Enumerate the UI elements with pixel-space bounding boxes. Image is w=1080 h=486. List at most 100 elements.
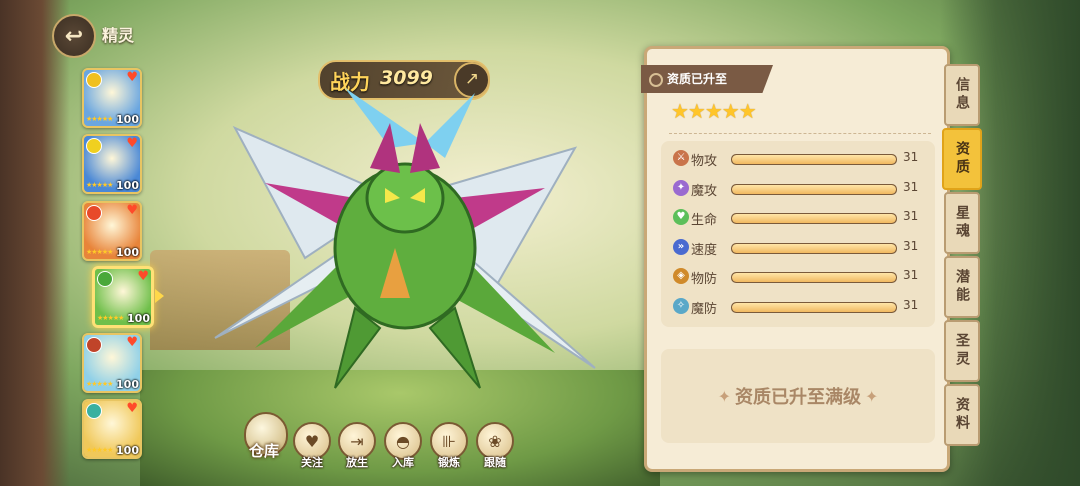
heart-icon: ♥ [137,269,149,284]
speed-icon: » [673,238,689,255]
stat-bar [731,183,897,195]
stat-name: 生命 [691,213,718,228]
divider [669,133,931,134]
stat-name: 魔防 [691,301,718,317]
pet-stars: ★★★★★ [86,248,113,256]
page-title: 精灵 [102,26,135,45]
magic-icon: ✦ [673,179,689,196]
action-1-button[interactable]: ♥ 关注 [293,422,331,470]
pet-stars: ★★★★★ [86,115,113,123]
panel-ribbon: 资质已升至 [641,65,773,93]
warehouse-label: 仓库 [248,442,279,460]
stat-row: ✦ 魔攻 31 [673,178,918,200]
stat-value: 31 [903,297,919,312]
stat-name: 物攻 [691,154,718,169]
stat-bar [731,272,897,283]
pet-stars: ★★★★★ [86,181,113,189]
stat-bar-fill [732,214,896,223]
sparkle-icon: ✦ [717,386,731,406]
stat-name: 速度 [691,242,718,258]
stat-bar [731,213,897,224]
stat-value: 31 [903,238,919,253]
stat-row: ◈ 物防 31 [673,266,918,288]
stat-row: ♥ 生命 31 [673,207,918,229]
pet-level: 100 [116,179,139,192]
back-arrow-icon: ↩ [64,23,84,49]
pet-card[interactable]: ♥ ★★★★★ 100 [82,68,142,128]
panel-title: 资质已升至 [667,72,728,86]
pet-stars: ★★★★★ [86,380,113,388]
selected-indicator-icon [155,289,164,303]
stat-name: 物防 [691,272,718,287]
stat-bar-fill [732,302,896,312]
max-level-text: 资质已升至满级 [735,387,861,408]
heart-icon: ♥ [126,136,138,151]
back-button[interactable]: ↩ [52,14,96,58]
tab-4[interactable]: 潜能 [944,256,980,318]
tab-5[interactable]: 圣灵 [944,320,980,382]
action-label: 放生 [346,456,368,469]
magic-shield-icon: ✧ [673,297,689,314]
pet-card[interactable]: ♥ ★★★★★ 100 [92,266,154,328]
pet-card[interactable]: ♥ ★★★★★ 100 [82,134,142,194]
heart-icon: ♥ [673,209,689,225]
heart-icon: ♥ [126,203,138,218]
action-label: 锻炼 [438,456,460,469]
pet-stars: ★★★★★ [97,314,124,322]
stat-value: 31 [903,179,919,194]
shield-icon: ◈ [673,268,689,284]
stat-bar-fill [732,155,896,164]
action-5-button[interactable]: ❀ 跟随 [476,422,514,470]
ribbon-dot-icon [649,73,663,87]
action-label: 跟随 [484,456,506,469]
element-icon [97,271,113,287]
stat-value: 31 [903,209,919,223]
stat-value: 31 [903,268,919,282]
action-label: 入库 [392,456,414,469]
power-value: 3099 [380,67,433,89]
action-2-button[interactable]: ⇥ 放生 [338,422,376,470]
element-icon [86,403,102,419]
warehouse-button[interactable]: 仓库 [238,412,290,464]
element-icon [86,138,102,154]
stat-bar [731,301,897,313]
pet-card[interactable]: ♥ ★★★★★ 100 [82,399,142,459]
pet-card[interactable]: ♥ ★★★★★ 100 [82,333,142,393]
share-icon: ↗ [464,69,480,89]
element-icon [86,337,102,353]
stat-name: 魔攻 [691,183,718,199]
element-icon [86,205,102,221]
stat-bar-fill [732,273,896,282]
stat-bar [731,242,897,254]
tab-3[interactable]: 星魂 [944,192,980,254]
element-icon [86,72,102,88]
action-3-button[interactable]: ◓ 入库 [384,422,422,470]
tab-1[interactable]: 信息 [944,64,980,126]
stat-bar-fill [732,184,896,194]
heart-icon: ♥ [126,335,138,350]
pet-card[interactable]: ♥ ★★★★★ 100 [82,201,142,261]
sparkle-icon: ✦ [865,386,879,406]
tab-2[interactable]: 资质 [942,128,982,190]
heart-icon: ♥ [126,70,138,85]
stat-row: ✧ 魔防 31 [673,296,918,318]
pet-level: 100 [116,378,139,391]
action-label: 关注 [301,456,323,469]
stat-row: » 速度 31 [673,237,918,259]
creature-illustration [214,88,596,389]
creature-body [333,123,481,389]
stat-bar [731,154,897,165]
stat-row: ⚔ 物攻 31 [673,148,918,170]
background-tree [0,0,70,486]
tab-6[interactable]: 资料 [944,384,980,446]
aptitude-panel: 资质已升至 ★★★★★ ⚔ 物攻 31 ✦ 魔攻 31 ♥ 生命 31» 速度 31 ◈ 物防 31 ✧ 魔防… [641,46,950,472]
max-level-box: ✦ 资质已升至满级 ✦ [661,349,935,443]
heart-icon: ♥ [126,401,138,416]
aptitude-stars: ★★★★★ [671,99,757,123]
action-4-button[interactable]: ⊪ 锻炼 [430,422,468,470]
pet-level: 100 [116,113,139,126]
pet-level: 100 [116,444,139,457]
pet-level: 100 [127,312,150,325]
pet-stars: ★★★★★ [86,446,113,454]
stat-value: 31 [903,150,919,164]
